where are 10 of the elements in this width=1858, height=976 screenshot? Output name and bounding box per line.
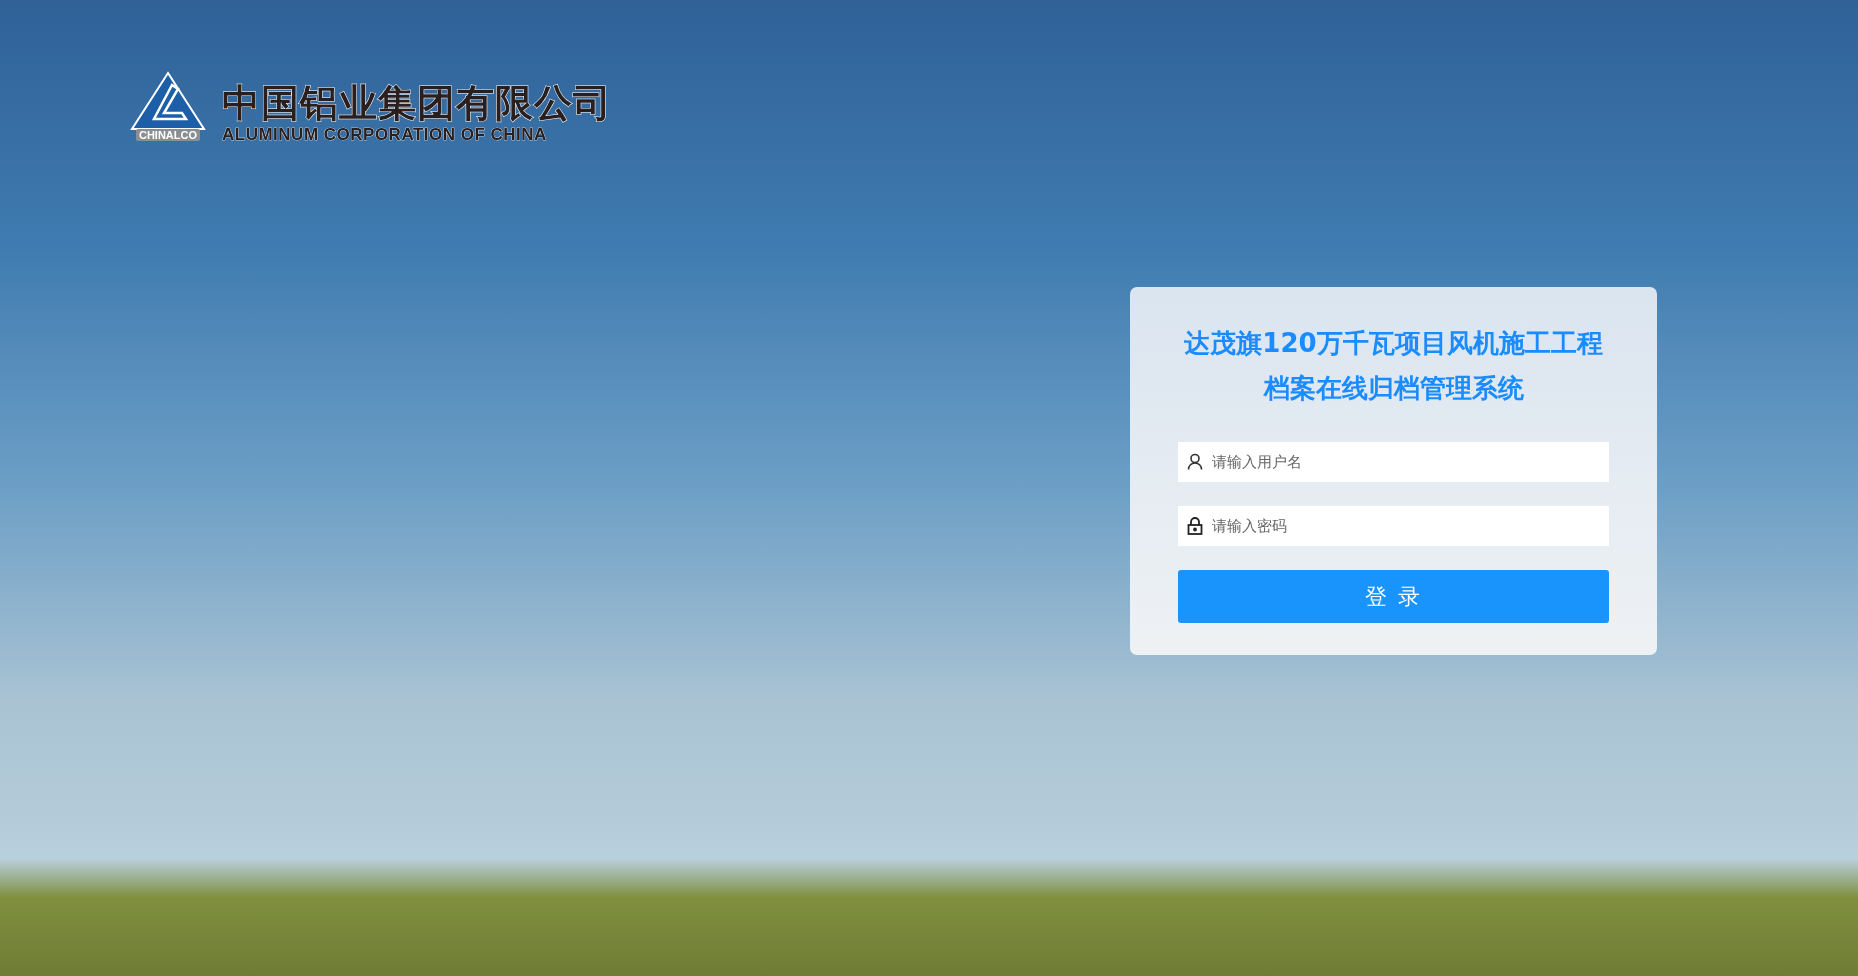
user-icon: [1187, 453, 1203, 470]
logo-mark-text: CHINALCO: [135, 129, 201, 141]
username-field[interactable]: 请输入用户名: [1178, 442, 1609, 482]
company-english-name: ALUMINUM CORPORATION OF CHINA: [222, 125, 548, 145]
triangle-logo-icon: [130, 71, 206, 131]
login-button[interactable]: 登 录: [1178, 570, 1609, 623]
lock-icon: [1187, 517, 1203, 535]
system-title: 达茂旗120万千瓦项目风机施工工程 档案在线归档管理系统: [1183, 327, 1604, 405]
password-field[interactable]: 请输入密码: [1178, 506, 1609, 546]
company-name: 中国铝业集团有限公司: [222, 81, 612, 125]
